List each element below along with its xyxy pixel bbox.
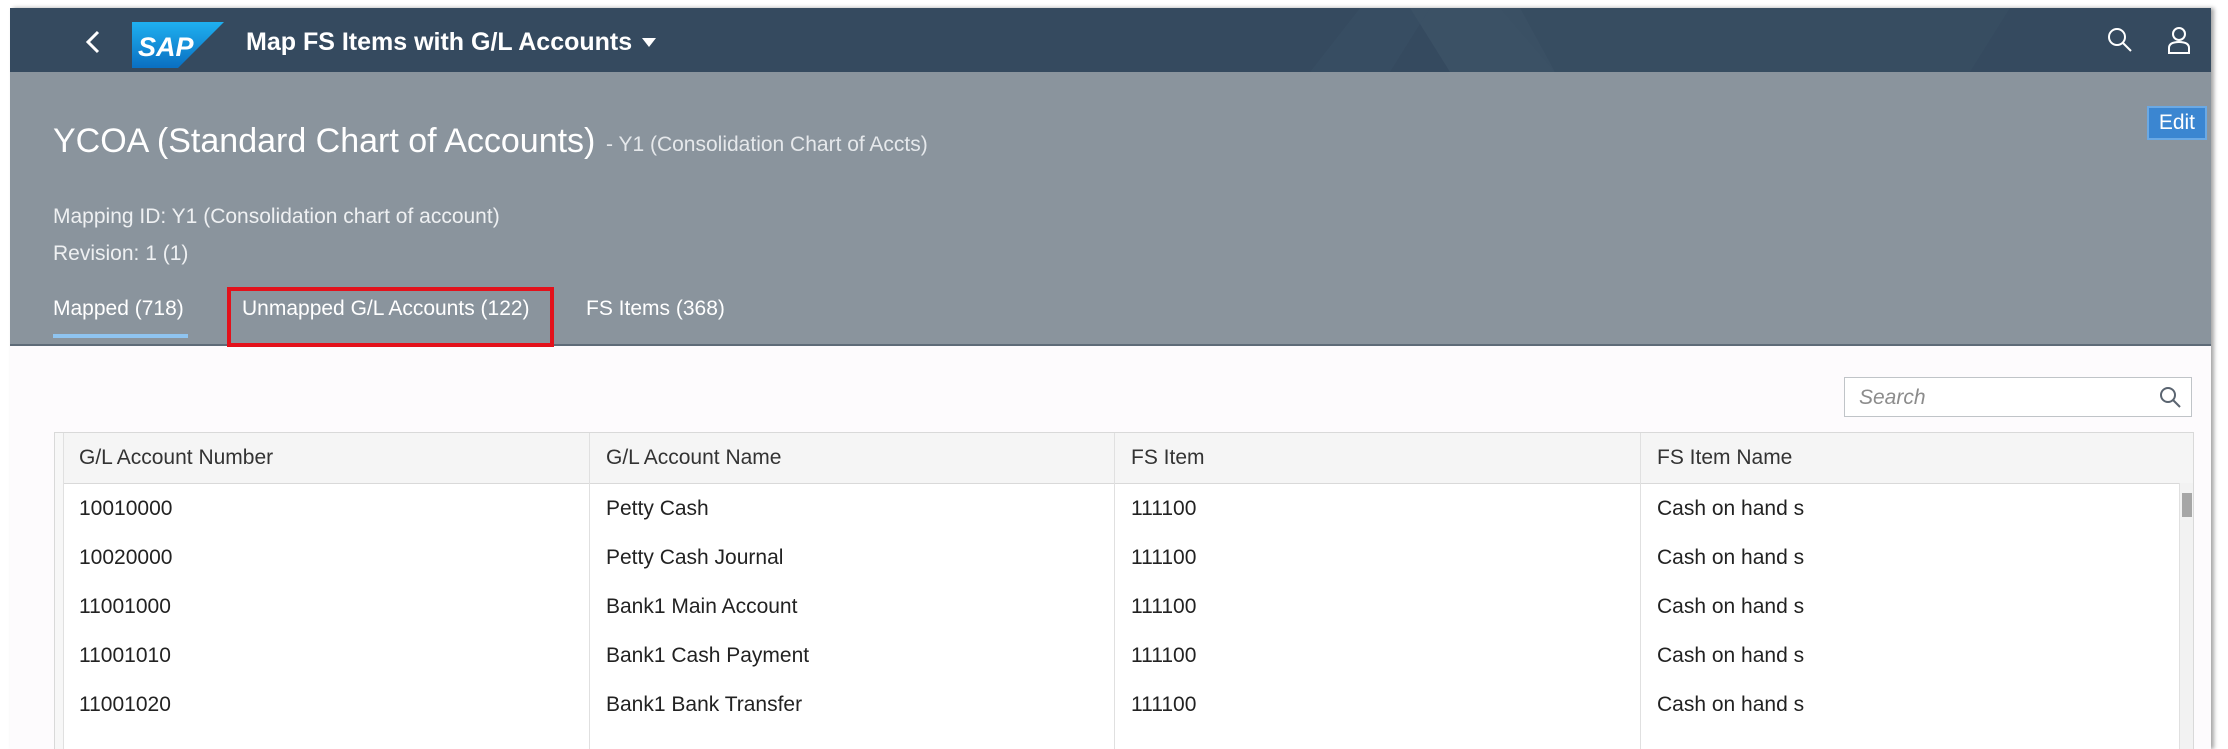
- search-field[interactable]: [1844, 377, 2192, 418]
- cell-gl-account-name: Petty Cash Journal: [606, 546, 784, 569]
- cell-fs-item: 111100: [1131, 497, 1197, 520]
- column-divider: [1640, 433, 1641, 749]
- user-icon[interactable]: [2163, 24, 2195, 56]
- accounts-table: G/L Account Number G/L Account Name FS I…: [54, 432, 2194, 749]
- app-title-menu[interactable]: Map FS Items with G/L Accounts: [246, 28, 657, 57]
- table-row[interactable]: [55, 729, 2179, 749]
- cell-gl-account-name: Bank1 Bank Transfer: [606, 693, 803, 716]
- tab-fs-items[interactable]: FS Items (368): [586, 297, 725, 321]
- cell-fs-item-name: Cash on hand s: [1657, 595, 1805, 618]
- row-selector-column: [55, 433, 64, 749]
- table-row[interactable]: 10020000 Petty Cash Journal 111100 Cash …: [55, 533, 2179, 583]
- cell-gl-account-name: Bank1 Cash Payment: [606, 644, 810, 667]
- chevron-down-icon: [642, 38, 657, 47]
- column-header-gl-account-name[interactable]: G/L Account Name: [590, 433, 781, 483]
- highlight-box: [227, 287, 554, 347]
- cell-gl-account-number: 10020000: [79, 546, 173, 569]
- cell-gl-account-number: 11001020: [79, 693, 171, 716]
- scrollbar-thumb[interactable]: [2182, 493, 2192, 517]
- column-header-gl-account-number[interactable]: G/L Account Number: [63, 433, 273, 483]
- edit-button[interactable]: Edit: [2146, 106, 2207, 140]
- cell-fs-item: 111100: [1131, 693, 1197, 716]
- revision-attribute: Revision: 1 (1): [53, 242, 189, 265]
- cell-gl-account-number: 11001010: [79, 644, 171, 667]
- tab-selected-indicator: [53, 334, 188, 338]
- app-title: Map FS Items with G/L Accounts: [246, 28, 633, 56]
- tab-mapped[interactable]: Mapped (718): [53, 297, 184, 321]
- cell-gl-account-number: 10010000: [79, 497, 173, 520]
- table-row[interactable]: 10010000 Petty Cash 111100 Cash on hand …: [55, 484, 2179, 534]
- search-icon[interactable]: [2104, 24, 2136, 56]
- search-input[interactable]: [1845, 378, 2161, 418]
- app-window: SAP Map FS Items with G/L Accounts Edit …: [10, 8, 2211, 749]
- cell-fs-item-name: Cash on hand s: [1657, 546, 1805, 569]
- shell-bar: SAP Map FS Items with G/L Accounts: [10, 8, 2211, 72]
- page-title: YCOA (Standard Chart of Accounts): [53, 122, 596, 160]
- column-divider: [589, 433, 590, 749]
- column-header-fs-item[interactable]: FS Item: [1115, 433, 1205, 483]
- sap-logo[interactable]: SAP: [132, 22, 224, 68]
- cell-fs-item-name: Cash on hand s: [1657, 644, 1805, 667]
- table-row[interactable]: 11001000 Bank1 Main Account 111100 Cash …: [55, 582, 2179, 632]
- vertical-scrollbar[interactable]: [2179, 483, 2193, 749]
- page-subtitle: - Y1 (Consolidation Chart of Accts): [606, 133, 928, 156]
- cell-gl-account-name: Bank1 Main Account: [606, 595, 798, 618]
- cell-fs-item: 111100: [1131, 546, 1197, 569]
- cell-gl-account-name: Petty Cash: [606, 497, 709, 520]
- cell-fs-item-name: Cash on hand s: [1657, 693, 1805, 716]
- table-row[interactable]: 11001010 Bank1 Cash Payment 111100 Cash …: [55, 631, 2179, 681]
- object-header: Edit YCOA (Standard Chart of Accounts) -…: [10, 72, 2211, 347]
- cell-fs-item: 111100: [1131, 644, 1197, 667]
- table-header: G/L Account Number G/L Account Name FS I…: [55, 433, 2193, 484]
- column-divider: [1114, 433, 1115, 749]
- cell-fs-item: 111100: [1131, 595, 1197, 618]
- svg-text:SAP: SAP: [138, 32, 195, 62]
- mapping-id-attribute: Mapping ID: Y1 (Consolidation chart of a…: [53, 205, 500, 228]
- search-icon[interactable]: [2157, 384, 2183, 410]
- cell-fs-item-name: Cash on hand s: [1657, 497, 1805, 520]
- column-header-fs-item-name[interactable]: FS Item Name: [1641, 433, 1792, 483]
- cell-gl-account-number: 11001000: [79, 595, 171, 618]
- table-row[interactable]: 11001020 Bank1 Bank Transfer 111100 Cash…: [55, 680, 2179, 730]
- back-icon[interactable]: [74, 22, 114, 62]
